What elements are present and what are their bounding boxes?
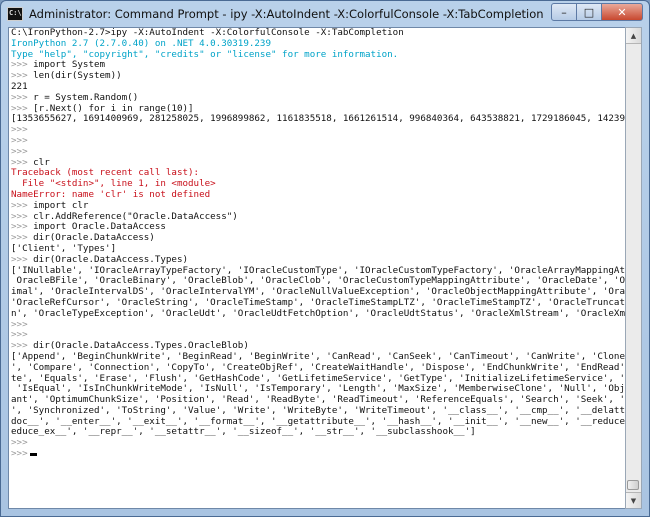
prompt-marker: >>> — [11, 448, 28, 460]
console-line: >>> — [9, 318, 626, 331]
arrow-down-icon: ▼ — [630, 496, 637, 505]
scroll-thumb[interactable] — [627, 480, 639, 490]
console-text: dir(Oracle.DataAccess.Types) — [27, 253, 189, 265]
prompt-marker: >>> — [11, 156, 28, 168]
close-icon: ✕ — [617, 5, 627, 19]
console-text: dir(Oracle.DataAccess.Types.OracleBlob) — [27, 340, 249, 352]
prompt-marker: >>> — [11, 70, 28, 82]
minimize-icon: – — [561, 5, 567, 19]
console-line: [1353655627, 1691400969, 281258025, 1996… — [11, 113, 627, 125]
console-line: ', 'Compare', 'Connection', 'CopyTo', 'C… — [11, 361, 627, 373]
prompt-marker: >>> — [11, 59, 28, 71]
prompt-marker: >>> — [11, 91, 28, 103]
prompt-marker: >>> — [11, 102, 28, 114]
text-cursor — [29, 453, 37, 457]
command-prompt-icon[interactable]: C:\ — [7, 7, 23, 21]
console-text: import System — [27, 59, 106, 71]
console-line: educe_ex__', '__repr__', '__setattr__', … — [11, 426, 476, 438]
console-window: C:\ Administrator: Command Prompt - ipy … — [0, 0, 650, 517]
maximize-button[interactable]: □ — [576, 3, 602, 21]
prompt-marker: >>> — [11, 253, 28, 265]
prompt-marker: >>> — [11, 145, 28, 157]
console-line: >>> — [9, 145, 626, 158]
console-output[interactable]: C:\IronPython-2.7>ipy -X:AutoIndent -X:C… — [8, 27, 627, 509]
console-line: >>> dir(Oracle.DataAccess.Types) — [9, 253, 626, 266]
prompt-marker: >>> — [11, 318, 28, 330]
console-text: clr.AddReference("Oracle.DataAccess") — [27, 210, 238, 222]
console-text: r = System.Random() — [27, 91, 139, 103]
prompt-marker: >>> — [11, 210, 28, 222]
prompt-marker: >>> — [11, 221, 28, 233]
arrow-up-icon: ▲ — [630, 31, 637, 40]
title-bar[interactable]: C:\ Administrator: Command Prompt - ipy … — [1, 1, 649, 27]
prompt-marker: >>> — [11, 124, 28, 136]
scroll-up-button[interactable]: ▲ — [626, 28, 641, 44]
scroll-down-button[interactable]: ▼ — [626, 492, 641, 508]
console-text: import clr — [27, 199, 89, 211]
vertical-scrollbar[interactable]: ▲ ▼ — [625, 27, 642, 509]
minimize-button[interactable]: – — [551, 3, 577, 21]
console-line: >>> — [9, 437, 626, 449]
console-line: IronPython 2.7 (2.7.0.40) on .NET 4.0.30… — [11, 37, 271, 49]
console-text: len(dir(System)) — [27, 70, 122, 82]
close-button[interactable]: ✕ — [601, 3, 643, 21]
console-line: >>> — [9, 134, 626, 147]
prompt-marker: >>> — [11, 329, 28, 341]
maximize-icon: □ — [583, 5, 595, 19]
console-line: n', 'OracleTypeException', 'OracleUdt', … — [11, 307, 627, 319]
window-controls: – □ ✕ — [551, 3, 643, 21]
console-text: import Oracle.DataAccess — [27, 221, 166, 233]
console-line: >>> — [9, 124, 626, 136]
prompt-marker: >>> — [11, 437, 28, 449]
prompt-marker: >>> — [11, 340, 28, 352]
prompt-marker: >>> — [11, 134, 28, 146]
console-text: clr — [27, 156, 50, 168]
console-text: dir(Oracle.DataAccess) — [27, 232, 155, 244]
console-line: >>> — [9, 448, 626, 460]
console-line: >>> len(dir(System)) — [9, 70, 626, 82]
prompt-marker: >>> — [11, 199, 28, 211]
console-line: NameError: name 'clr' is not defined — [11, 188, 211, 200]
prompt-marker: >>> — [11, 232, 28, 244]
console-text: [r.Next() for i in range(10)] — [27, 102, 194, 114]
window-title: Administrator: Command Prompt - ipy -X:A… — [29, 7, 544, 21]
